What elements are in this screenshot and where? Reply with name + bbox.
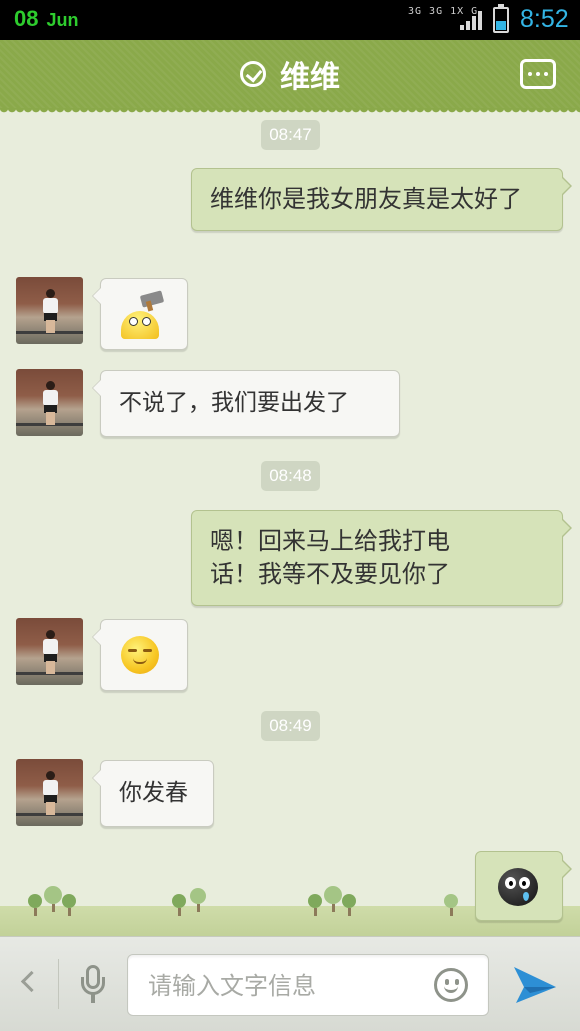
battery-icon <box>493 4 509 33</box>
tree-decoration <box>62 894 76 916</box>
crying-ball-emoji <box>498 868 538 906</box>
send-arrow-icon[interactable] <box>512 963 558 1007</box>
chat-title-area: 维维 <box>0 40 580 108</box>
contact-avatar[interactable] <box>16 618 83 685</box>
microphone-icon[interactable] <box>78 965 108 1005</box>
tree-decoration <box>44 886 62 912</box>
message-text: 你发春 <box>119 780 188 806</box>
divider <box>58 959 59 1009</box>
chat-header: 维维 <box>0 40 580 114</box>
hammer-face-emoji <box>121 290 165 339</box>
incoming-message-bubble[interactable]: 你发春 <box>92 760 214 827</box>
tree-decoration <box>324 886 342 912</box>
signal-strength-icon <box>460 10 484 30</box>
message-text: 不说了，我们要出发了 <box>119 390 349 416</box>
check-circle-icon <box>240 61 266 87</box>
message-input-bar: 请输入文字信息 <box>0 936 580 1031</box>
timestamp-badge: 08:48 <box>261 461 320 491</box>
contact-avatar[interactable] <box>16 369 83 436</box>
more-dots-icon <box>528 72 532 76</box>
shy-smile-emoji <box>121 636 159 674</box>
status-date-day: 08 <box>14 6 39 31</box>
chat-message-list[interactable]: 08:47 维维你是我女朋友真是太好了 不说了，我们要出发了 08:48 嗯！回… <box>0 114 580 936</box>
tree-decoration <box>444 894 458 916</box>
contact-avatar[interactable] <box>16 277 83 344</box>
more-options-button[interactable] <box>520 59 556 89</box>
tree-decoration <box>308 894 322 916</box>
chevron-left-icon[interactable] <box>20 971 34 995</box>
message-text: 维维你是我女朋友真是太好了 <box>210 185 522 213</box>
tree-decoration <box>172 894 186 916</box>
smiley-icon[interactable] <box>434 968 468 1002</box>
message-text: 嗯！回来马上给我打电话！我等不及要见你了 <box>210 527 450 588</box>
status-time: 8:52 <box>520 5 569 33</box>
message-text-input[interactable]: 请输入文字信息 <box>127 954 489 1016</box>
tree-decoration <box>190 888 206 912</box>
tree-decoration <box>28 894 42 916</box>
outgoing-message-bubble[interactable]: 维维你是我女朋友真是太好了 <box>191 168 572 231</box>
tree-decoration <box>342 894 356 916</box>
status-bar: 08 Jun 3G 3G 1X G 8:52 <box>0 0 580 40</box>
status-date-month: Jun <box>46 10 79 30</box>
timestamp-badge: 08:47 <box>261 120 320 150</box>
status-date: 08 Jun <box>14 6 79 32</box>
outgoing-message-bubble[interactable]: 嗯！回来马上给我打电话！我等不及要见你了 <box>191 510 572 606</box>
input-placeholder: 请输入文字信息 <box>148 972 316 1000</box>
incoming-emoji-bubble[interactable] <box>92 619 188 691</box>
timestamp-badge: 08:49 <box>261 711 320 741</box>
outgoing-emoji-bubble[interactable] <box>475 851 572 921</box>
incoming-message-bubble[interactable]: 不说了，我们要出发了 <box>92 370 400 437</box>
contact-avatar[interactable] <box>16 759 83 826</box>
incoming-emoji-bubble[interactable] <box>92 278 188 350</box>
chat-title: 维维 <box>280 60 340 95</box>
